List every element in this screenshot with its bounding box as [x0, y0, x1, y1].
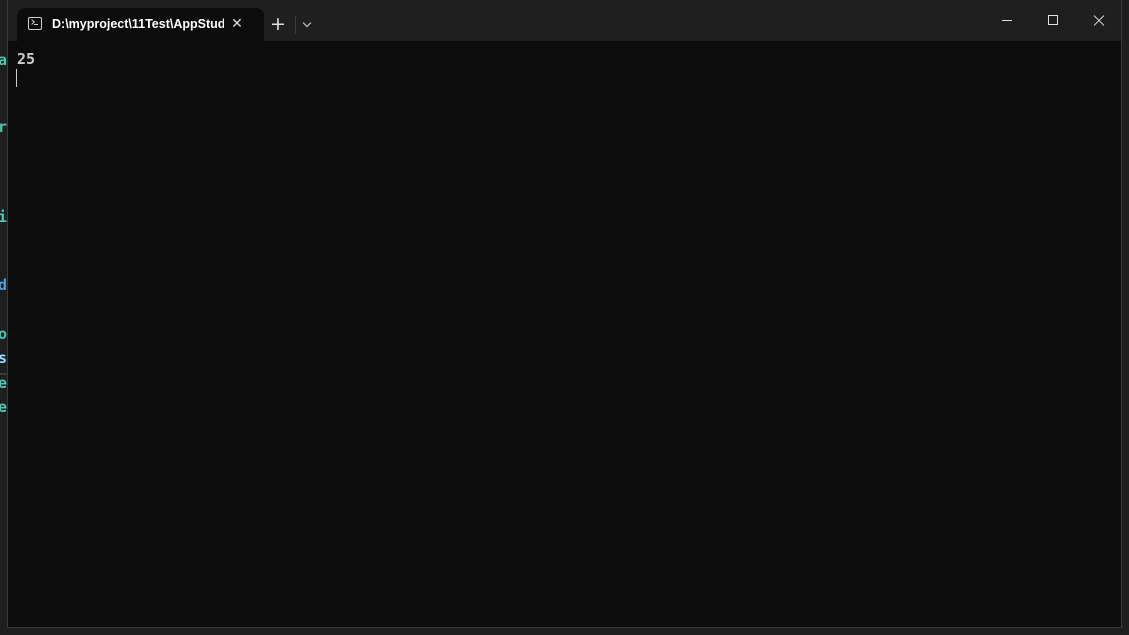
- background-code-fragment: i: [0, 208, 8, 226]
- background-code-fragment: e: [0, 374, 8, 392]
- tab-dropdown-button[interactable]: [298, 13, 318, 37]
- close-tab-button[interactable]: ✕: [227, 14, 247, 34]
- terminal-tab[interactable]: D:\myproject\11Test\AppStudy ✕: [17, 8, 264, 41]
- tab-title: D:\myproject\11Test\AppStudy: [52, 17, 224, 31]
- tab-separator: [295, 16, 296, 34]
- background-code-fragment: a: [0, 51, 8, 69]
- terminal-window: D:\myproject\11Test\AppStudy ✕ + 25: [7, 0, 1122, 628]
- background-code-fragment: d: [0, 276, 8, 294]
- text-cursor: [16, 69, 17, 87]
- background-code-fragment: s: [0, 349, 8, 367]
- background-code-fragment: e: [0, 398, 8, 416]
- terminal-output-area[interactable]: 25: [8, 41, 1121, 627]
- close-window-button[interactable]: [1076, 0, 1122, 40]
- title-bar[interactable]: D:\myproject\11Test\AppStudy ✕ +: [8, 0, 1121, 41]
- background-code-fragment: o: [0, 325, 8, 343]
- minimize-button[interactable]: [984, 0, 1030, 40]
- maximize-button[interactable]: [1030, 0, 1076, 40]
- output-line: 25: [17, 50, 36, 68]
- new-tab-button[interactable]: +: [266, 13, 290, 37]
- background-code-fragment: r: [0, 118, 8, 136]
- terminal-icon: [28, 17, 42, 30]
